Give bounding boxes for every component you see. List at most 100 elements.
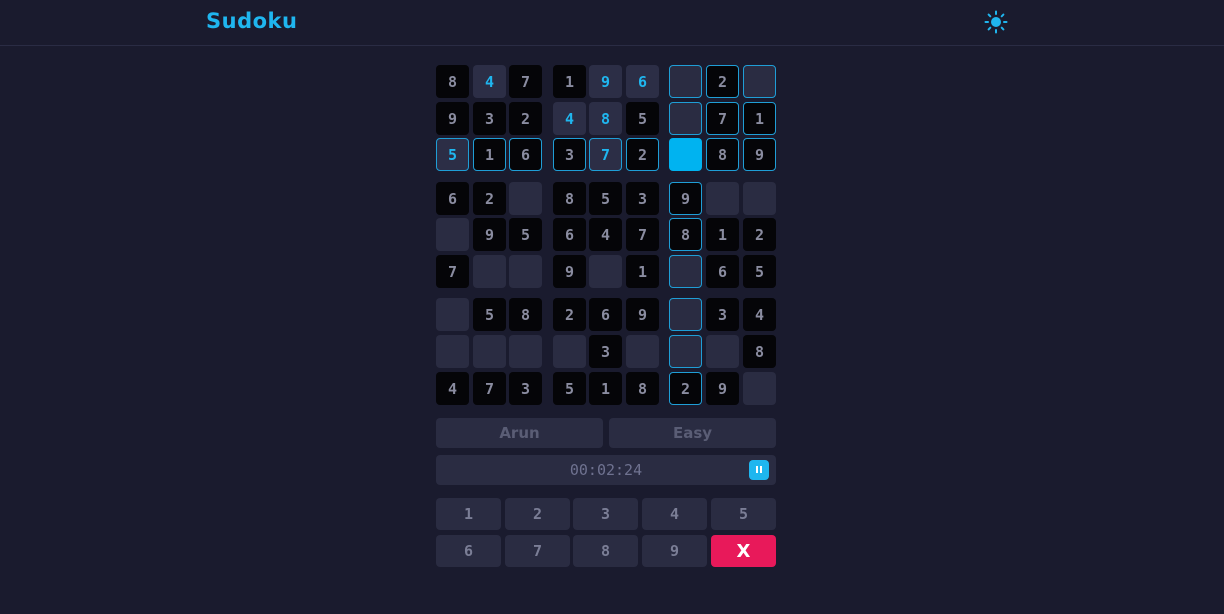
sudoku-cell[interactable]: 4 bbox=[553, 102, 586, 135]
sudoku-cell[interactable]: 2 bbox=[553, 298, 586, 331]
sudoku-cell[interactable]: 5 bbox=[473, 298, 506, 331]
number-key-8[interactable]: 8 bbox=[573, 535, 638, 567]
sudoku-cell[interactable]: 3 bbox=[473, 102, 506, 135]
number-key-6[interactable]: 6 bbox=[436, 535, 501, 567]
sudoku-cell[interactable]: 6 bbox=[626, 65, 659, 98]
sudoku-cell[interactable]: 7 bbox=[509, 65, 542, 98]
timer-bar: 00:02:24 bbox=[436, 455, 776, 485]
sudoku-cell[interactable]: 7 bbox=[706, 102, 739, 135]
sudoku-cell[interactable] bbox=[626, 335, 659, 368]
number-key-5[interactable]: 5 bbox=[711, 498, 776, 530]
sudoku-cell[interactable]: 8 bbox=[436, 65, 469, 98]
sudoku-cell[interactable]: 7 bbox=[589, 138, 622, 171]
sudoku-cell[interactable] bbox=[669, 298, 702, 331]
number-key-7[interactable]: 7 bbox=[505, 535, 570, 567]
sudoku-cell[interactable]: 1 bbox=[706, 218, 739, 251]
sudoku-cell[interactable] bbox=[669, 65, 702, 98]
sudoku-cell[interactable]: 7 bbox=[436, 255, 469, 288]
sudoku-cell[interactable] bbox=[706, 182, 739, 215]
number-key-3[interactable]: 3 bbox=[573, 498, 638, 530]
sudoku-cell[interactable] bbox=[509, 255, 542, 288]
sudoku-cell[interactable]: 8 bbox=[553, 182, 586, 215]
sudoku-cell[interactable] bbox=[669, 138, 702, 171]
sudoku-cell[interactable]: 1 bbox=[743, 102, 776, 135]
sudoku-cell[interactable] bbox=[743, 182, 776, 215]
sudoku-cell[interactable] bbox=[669, 102, 702, 135]
sudoku-cell[interactable]: 8 bbox=[669, 218, 702, 251]
sudoku-cell[interactable]: 5 bbox=[589, 182, 622, 215]
app-title: Sudoku bbox=[206, 9, 298, 33]
sudoku-cell[interactable]: 9 bbox=[743, 138, 776, 171]
sudoku-cell[interactable]: 7 bbox=[626, 218, 659, 251]
sudoku-cell[interactable] bbox=[436, 335, 469, 368]
sudoku-cell[interactable] bbox=[473, 255, 506, 288]
sudoku-cell[interactable]: 1 bbox=[473, 138, 506, 171]
sudoku-cell[interactable] bbox=[436, 218, 469, 251]
sudoku-cell[interactable]: 6 bbox=[553, 218, 586, 251]
sudoku-cell[interactable]: 2 bbox=[473, 182, 506, 215]
sudoku-cell[interactable] bbox=[589, 255, 622, 288]
erase-button[interactable]: X bbox=[711, 535, 776, 567]
sudoku-cell[interactable]: 9 bbox=[669, 182, 702, 215]
sudoku-cell[interactable]: 3 bbox=[706, 298, 739, 331]
sudoku-cell[interactable] bbox=[509, 182, 542, 215]
sudoku-cell[interactable]: 2 bbox=[743, 218, 776, 251]
top-bar: Sudoku bbox=[0, 0, 1224, 46]
sudoku-cell[interactable]: 8 bbox=[706, 138, 739, 171]
sudoku-cell[interactable]: 6 bbox=[436, 182, 469, 215]
sudoku-cell[interactable]: 5 bbox=[436, 138, 469, 171]
sudoku-cell[interactable]: 3 bbox=[509, 372, 542, 405]
sudoku-cell[interactable]: 9 bbox=[706, 372, 739, 405]
sudoku-cell[interactable]: 9 bbox=[553, 255, 586, 288]
sudoku-cell[interactable] bbox=[669, 335, 702, 368]
sudoku-cell[interactable]: 9 bbox=[589, 65, 622, 98]
sudoku-cell[interactable] bbox=[706, 335, 739, 368]
timer-display: 00:02:24 bbox=[569, 461, 643, 479]
sudoku-cell[interactable]: 5 bbox=[509, 218, 542, 251]
sudoku-cell[interactable]: 2 bbox=[509, 102, 542, 135]
number-key-1[interactable]: 1 bbox=[436, 498, 501, 530]
sudoku-cell[interactable] bbox=[743, 372, 776, 405]
sudoku-cell[interactable]: 8 bbox=[509, 298, 542, 331]
sudoku-cell[interactable]: 6 bbox=[589, 298, 622, 331]
sudoku-cell[interactable]: 7 bbox=[473, 372, 506, 405]
difficulty-label[interactable]: Easy bbox=[609, 418, 776, 448]
sudoku-cell[interactable]: 2 bbox=[706, 65, 739, 98]
sudoku-cell[interactable]: 2 bbox=[669, 372, 702, 405]
sudoku-cell[interactable]: 4 bbox=[436, 372, 469, 405]
sudoku-cell[interactable] bbox=[669, 255, 702, 288]
pause-button[interactable] bbox=[749, 460, 769, 480]
sudoku-cell[interactable]: 3 bbox=[553, 138, 586, 171]
sudoku-cell[interactable]: 5 bbox=[626, 102, 659, 135]
pause-icon bbox=[756, 466, 758, 473]
sudoku-cell[interactable] bbox=[473, 335, 506, 368]
sudoku-cell[interactable]: 1 bbox=[589, 372, 622, 405]
sudoku-cell[interactable]: 8 bbox=[743, 335, 776, 368]
sudoku-cell[interactable]: 4 bbox=[589, 218, 622, 251]
sudoku-cell[interactable]: 5 bbox=[553, 372, 586, 405]
sudoku-cell[interactable]: 8 bbox=[626, 372, 659, 405]
sudoku-cell[interactable]: 4 bbox=[473, 65, 506, 98]
number-key-4[interactable]: 4 bbox=[642, 498, 707, 530]
sudoku-cell[interactable]: 5 bbox=[743, 255, 776, 288]
sudoku-cell[interactable]: 3 bbox=[589, 335, 622, 368]
sudoku-cell[interactable]: 1 bbox=[553, 65, 586, 98]
sudoku-cell[interactable]: 9 bbox=[436, 102, 469, 135]
sudoku-cell[interactable]: 8 bbox=[589, 102, 622, 135]
sudoku-cell[interactable]: 9 bbox=[626, 298, 659, 331]
sudoku-cell[interactable]: 1 bbox=[626, 255, 659, 288]
sudoku-cell[interactable] bbox=[436, 298, 469, 331]
sudoku-cell[interactable]: 6 bbox=[706, 255, 739, 288]
sudoku-cell[interactable]: 2 bbox=[626, 138, 659, 171]
sudoku-cell[interactable] bbox=[553, 335, 586, 368]
number-key-9[interactable]: 9 bbox=[642, 535, 707, 567]
sudoku-cell[interactable]: 9 bbox=[473, 218, 506, 251]
sudoku-board: 8471962932485715163728962853995647812791… bbox=[436, 65, 776, 405]
sudoku-cell[interactable] bbox=[509, 335, 542, 368]
sudoku-cell[interactable]: 6 bbox=[509, 138, 542, 171]
sudoku-cell[interactable]: 4 bbox=[743, 298, 776, 331]
sudoku-cell[interactable]: 3 bbox=[626, 182, 659, 215]
sudoku-cell[interactable] bbox=[743, 65, 776, 98]
number-key-2[interactable]: 2 bbox=[505, 498, 570, 530]
theme-toggle-button[interactable] bbox=[984, 10, 1008, 34]
